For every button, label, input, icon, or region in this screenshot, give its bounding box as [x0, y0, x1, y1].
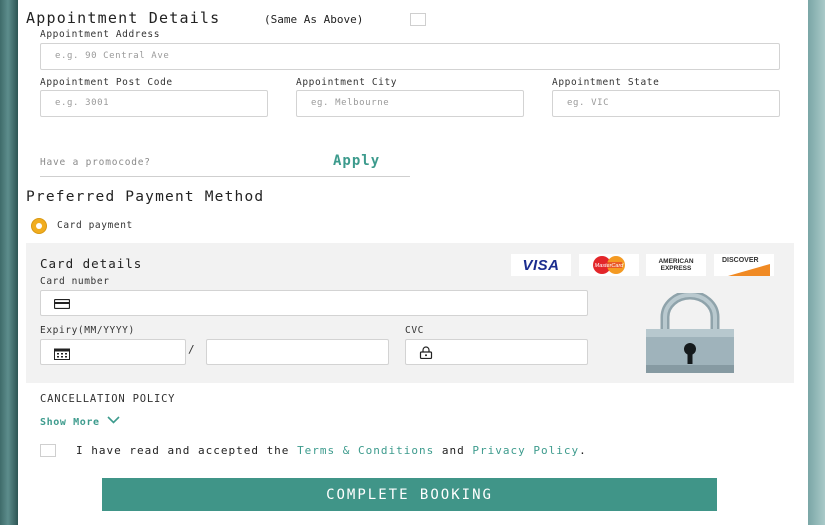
expiry-year-input[interactable]: [206, 339, 389, 365]
expiry-label: Expiry(MM/YYYY): [40, 325, 135, 336]
promocode-underline: [40, 176, 410, 177]
expiry-month-input[interactable]: [40, 339, 186, 365]
same-as-above-label: (Same As Above): [264, 13, 364, 26]
card-payment-radio[interactable]: [31, 218, 47, 234]
terms-and: and: [441, 444, 465, 457]
cvc-label: CVC: [405, 325, 424, 336]
complete-booking-button[interactable]: COMPLETE BOOKING: [102, 478, 717, 511]
card-details-title: Card details: [40, 256, 143, 271]
amex-line1: AMERICAN: [658, 258, 694, 265]
state-input[interactable]: eg. VIC: [552, 90, 780, 117]
state-label: Appointment State: [552, 77, 660, 88]
amex-line2: EXPRESS: [660, 265, 692, 272]
amex-logo: AMERICAN EXPRESS: [646, 254, 706, 276]
postcode-label: Appointment Post Code: [40, 77, 173, 88]
calendar-icon: [54, 348, 70, 360]
card-number-input[interactable]: [40, 290, 588, 316]
cancellation-policy-title: CANCELLATION POLICY: [40, 393, 176, 405]
city-placeholder: eg. Melbourne: [311, 98, 390, 108]
show-more-label: Show More: [40, 417, 100, 428]
expiry-separator: /: [188, 343, 195, 356]
city-label: Appointment City: [296, 77, 398, 88]
show-more-link[interactable]: Show More: [40, 416, 120, 428]
visa-logo: VISA: [511, 254, 571, 276]
same-as-above-checkbox[interactable]: [410, 13, 426, 26]
postcode-input[interactable]: e.g. 3001: [40, 90, 268, 117]
chevron-down-icon: [107, 416, 120, 424]
address-input[interactable]: e.g. 90 Central Ave: [40, 43, 780, 70]
city-input[interactable]: eg. Melbourne: [296, 90, 524, 117]
cvc-input[interactable]: [405, 339, 588, 365]
mastercard-logo-graphic: MasterCard: [593, 256, 625, 274]
terms-conditions-link[interactable]: Terms & Conditions: [297, 444, 434, 457]
accept-terms-checkbox[interactable]: [40, 444, 56, 457]
state-placeholder: eg. VIC: [567, 98, 610, 108]
appointment-details-title: Appointment Details: [26, 9, 221, 27]
privacy-policy-link[interactable]: Privacy Policy: [472, 444, 579, 457]
card-payment-label: Card payment: [57, 220, 133, 231]
card-details-box: Card details VISA MasterCard AMERICAN EX…: [26, 243, 794, 383]
terms-suffix: .: [579, 444, 587, 457]
payment-method-title: Preferred Payment Method: [26, 189, 265, 205]
terms-statement: I have read and accepted the Terms & Con…: [76, 444, 587, 457]
postcode-placeholder: e.g. 3001: [55, 98, 110, 108]
visa-logo-text: VISA: [522, 256, 560, 274]
address-label: Appointment Address: [40, 29, 161, 40]
credit-card-icon: [54, 299, 70, 309]
lock-small-icon: [419, 346, 433, 359]
terms-prefix: I have read and accepted the: [76, 444, 290, 457]
discover-logo: DISCOVER: [714, 254, 774, 276]
padlock-icon: [646, 293, 734, 373]
card-number-label: Card number: [40, 276, 110, 287]
apply-promocode-button[interactable]: Apply: [333, 153, 380, 169]
mastercard-logo-text: MasterCard: [595, 263, 625, 269]
mastercard-logo: MasterCard: [579, 254, 639, 276]
promocode-input[interactable]: Have a promocode?: [40, 157, 151, 168]
discover-swoosh: [728, 264, 770, 276]
address-placeholder: e.g. 90 Central Ave: [55, 51, 170, 61]
